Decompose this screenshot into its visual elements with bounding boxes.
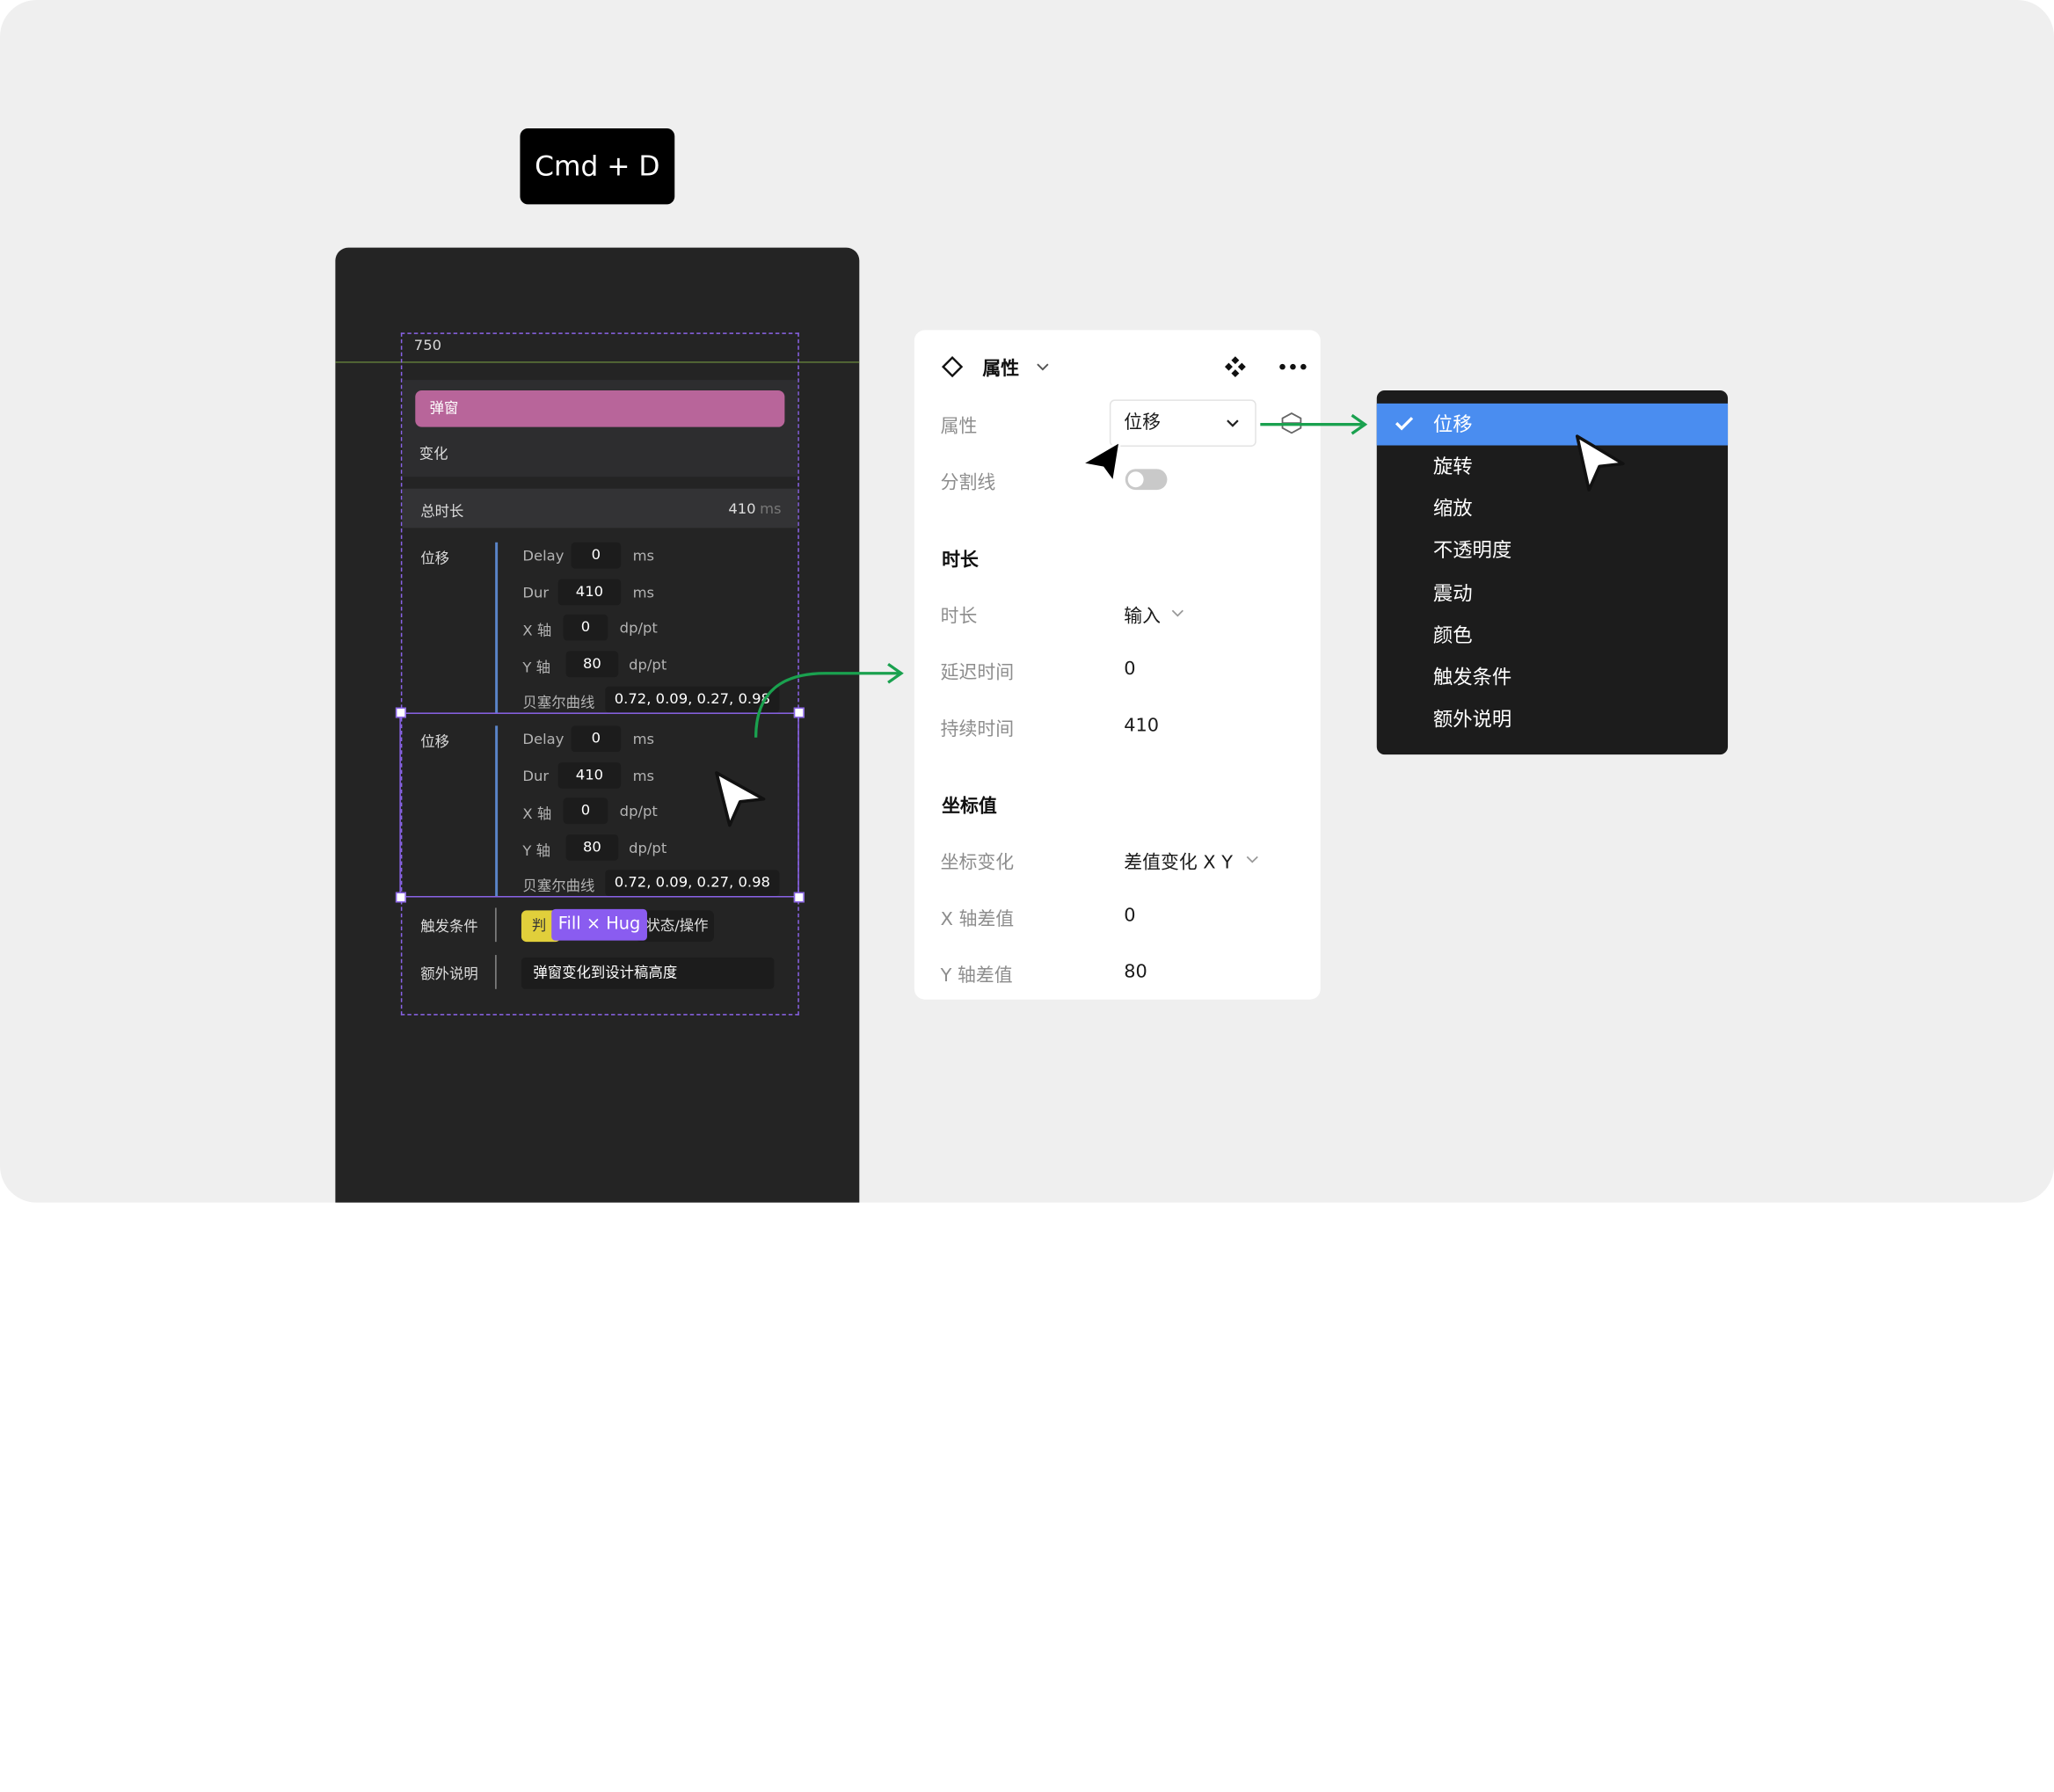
y-diff-label: Y 轴差值 [940, 965, 1013, 987]
menu-item-note[interactable]: 额外说明 [1377, 698, 1728, 740]
block-1-dur-input[interactable]: 410 [557, 579, 622, 606]
block-1-y-input[interactable]: 80 [565, 651, 619, 678]
fill-hug-badge: Fill × Hug [551, 908, 647, 941]
change-label: 变化 [419, 445, 448, 463]
cursor-pointer-icon [1575, 434, 1625, 492]
coord-change-select[interactable]: 差值变化 X Y [1124, 849, 1233, 875]
block-1-delay-unit: ms [632, 547, 655, 565]
total-duration-value: 410 [728, 500, 756, 518]
duration-section-title: 时长 [942, 550, 979, 572]
menu-item-label: 颜色 [1432, 623, 1473, 647]
component-diamond-icon [941, 356, 964, 378]
menu-item-label: 触发条件 [1432, 665, 1512, 689]
frame-width-label: 750 [413, 336, 442, 354]
chevron-down-icon [1171, 609, 1184, 617]
trigger-divider [495, 907, 497, 943]
popup-pill[interactable]: 弹窗 [415, 390, 785, 427]
note-input[interactable]: 弹窗变化到设计稿高度 [521, 958, 775, 989]
checkmark-icon [1395, 417, 1414, 431]
x-diff-input[interactable]: 0 [1124, 905, 1135, 926]
menu-item-translate[interactable]: 位移 [1376, 403, 1729, 446]
block-1-delay-input[interactable]: 0 [571, 542, 622, 569]
cursor-pointer-icon [715, 771, 766, 827]
connector-arrow-icon [1260, 413, 1368, 435]
property-menu: 位移 旋转 缩放 不透明度 震动 颜色 触发条件 额外说明 [1376, 390, 1729, 755]
chevron-down-icon[interactable] [1035, 361, 1051, 374]
menu-item-shake[interactable]: 震动 [1377, 572, 1728, 615]
chevron-down-icon [1246, 856, 1258, 863]
delay-label: 延迟时间 [940, 662, 1015, 684]
shortcut-badge: Cmd + D [520, 128, 675, 205]
y-diff-input[interactable]: 80 [1124, 962, 1147, 983]
menu-item-label: 旋转 [1432, 454, 1473, 478]
property-dropdown-value: 位移 [1124, 412, 1161, 434]
delay-input[interactable]: 0 [1124, 659, 1135, 680]
menu-item-color[interactable]: 颜色 [1377, 615, 1728, 657]
dropdown-chevron-icon [1227, 419, 1239, 427]
block-1-delay-label: Delay [522, 547, 564, 565]
duration-label: 时长 [940, 606, 978, 628]
block-1-dur-label: Dur [522, 584, 550, 601]
menu-item-trigger[interactable]: 触发条件 [1377, 656, 1728, 698]
block-1-y-unit: dp/pt [629, 656, 667, 674]
note-divider [495, 955, 497, 989]
duration-mode-select[interactable]: 输入 [1124, 602, 1161, 629]
coord-section-title: 坐标值 [942, 796, 997, 818]
property-label: 属性 [940, 416, 978, 438]
divider-label: 分割线 [940, 472, 996, 494]
menu-item-label: 额外说明 [1432, 707, 1512, 732]
x-diff-label: X 轴差值 [940, 908, 1015, 930]
panel-title: 属性 [982, 359, 1020, 381]
component-instance-icon[interactable] [1223, 355, 1247, 379]
menu-item-label: 不透明度 [1432, 538, 1512, 563]
divider-toggle[interactable] [1125, 469, 1168, 491]
block-1-y-label: Y 轴 [522, 659, 551, 676]
resize-handle-tl[interactable] [395, 707, 406, 718]
menu-item-label: 位移 [1432, 412, 1473, 437]
block-1-name: 位移 [420, 550, 450, 568]
connector-arrow-icon [754, 662, 904, 738]
block-1-x-unit: dp/pt [619, 619, 658, 637]
cursor-pointer-icon [1081, 440, 1122, 484]
total-duration-label: 总时长 [420, 503, 464, 521]
block-1-bezier-label: 贝塞尔曲线 [522, 694, 595, 711]
block-1-divider [495, 542, 499, 713]
sustain-label: 持续时间 [940, 718, 1015, 740]
total-duration-unit: ms [760, 500, 782, 518]
menu-item-rotate[interactable]: 旋转 [1377, 446, 1728, 488]
block-1-dur-unit: ms [632, 584, 655, 601]
more-options-icon[interactable] [1278, 361, 1309, 372]
trigger-label: 触发条件 [420, 918, 478, 936]
background: Cmd + D 750 弹窗 变化 总时长 410 ms 位移 Delay 0 … [0, 0, 2054, 1203]
menu-item-label: 震动 [1432, 581, 1473, 606]
menu-item-label: 缩放 [1432, 496, 1473, 521]
menu-item-scale[interactable]: 缩放 [1377, 487, 1728, 529]
resize-handle-bl[interactable] [395, 892, 406, 903]
block-1-x-input[interactable]: 0 [563, 614, 608, 641]
coord-change-label: 坐标变化 [940, 852, 1015, 874]
resize-handle-br[interactable] [793, 892, 805, 903]
menu-item-opacity[interactable]: 不透明度 [1377, 529, 1728, 572]
sustain-input[interactable]: 410 [1124, 715, 1159, 736]
block-1-x-label: X 轴 [522, 622, 552, 640]
note-label: 额外说明 [420, 965, 478, 983]
